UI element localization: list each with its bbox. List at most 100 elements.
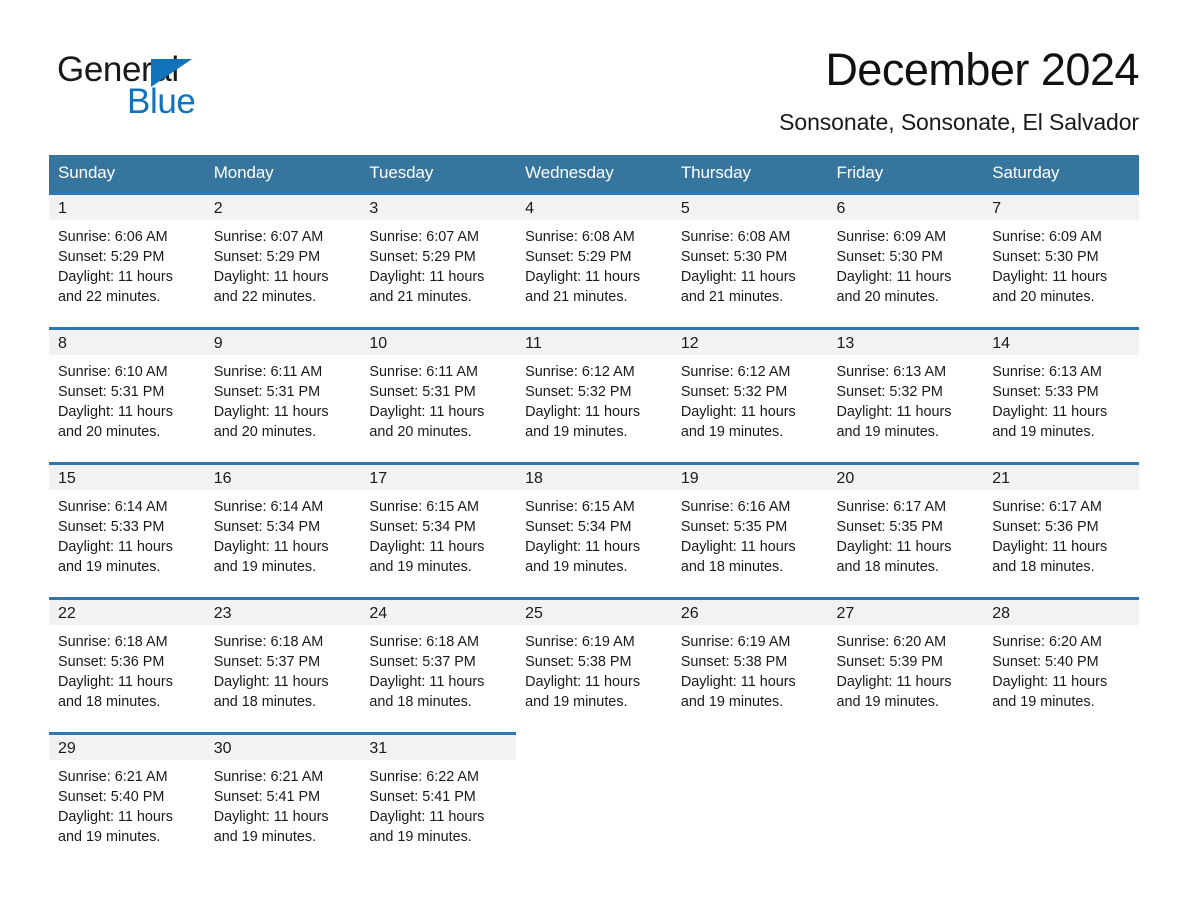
calendar-day-cell[interactable]: 13 Sunrise: 6:13 AM Sunset: 5:32 PM Dayligh…	[827, 326, 984, 464]
daylight-text: Daylight: 11 hours and 18 minutes.	[213, 674, 329, 711]
calendar-day-cell[interactable]: 22 Sunrise: 6:18 AM Sunset: 5:36 PM Dayligh…	[49, 596, 205, 734]
calendar-day-cell[interactable]: 7 Sunrise: 6:09 AM Sunset: 5:30 PM Daylight…	[983, 191, 1139, 329]
calendar-day-cell[interactable]: 2 Sunrise: 6:07 AM Sunset: 5:29 PM Daylight…	[204, 191, 361, 329]
calendar-day-cell[interactable]: 14 Sunrise: 6:13 AM Sunset: 5:33 PM Dayligh…	[983, 326, 1139, 464]
day-details: Sunrise: 6:17 AM Sunset: 5:35 PM Daylight:…	[828, 490, 984, 578]
calendar-day-cell[interactable]: 18 Sunrise: 6:15 AM Sunset: 5:34 PM Dayligh…	[516, 461, 672, 599]
calendar-day-cell[interactable]: 4 Sunrise: 6:08 AM Sunset: 5:29 PM Daylight…	[516, 191, 672, 329]
calendar-day-cell[interactable]: 23 Sunrise: 6:18 AM Sunset: 5:37 PM Dayligh…	[204, 596, 361, 734]
daylight-text: Daylight: 11 hours and 20 minutes.	[836, 269, 952, 306]
daylight-text: Daylight: 11 hours and 19 minutes.	[836, 404, 952, 441]
calendar-day-cell-empty	[671, 731, 828, 867]
calendar-day-cell[interactable]: 11 Sunrise: 6:12 AM Sunset: 5:32 PM Dayligh…	[516, 326, 672, 464]
calendar-day-cell[interactable]: 24 Sunrise: 6:18 AM Sunset: 5:37 PM Dayligh…	[360, 596, 517, 734]
day-number: 12	[671, 329, 828, 355]
day-details: Sunrise: 6:18 AM Sunset: 5:37 PM Daylight:…	[360, 625, 516, 713]
daylight-text: Daylight: 11 hours and 19 minutes.	[992, 674, 1108, 711]
day-cell-inner: 3 Sunrise: 6:07 AM Sunset: 5:29 PM Daylight…	[360, 194, 517, 327]
day-cell-inner: 4 Sunrise: 6:08 AM Sunset: 5:29 PM Daylight…	[516, 194, 672, 327]
sunset-text: Sunset: 5:36 PM	[992, 518, 1099, 535]
day-number: 11	[516, 329, 672, 355]
daylight-text: Daylight: 11 hours and 18 minutes.	[992, 539, 1108, 576]
sunset-text: Sunset: 5:29 PM	[58, 248, 165, 265]
day-details: Sunrise: 6:18 AM Sunset: 5:37 PM Daylight:…	[205, 625, 361, 713]
sunset-text: Sunset: 5:32 PM	[680, 383, 788, 400]
sunrise-text: Sunrise: 6:15 AM	[525, 498, 635, 515]
calendar-day-cell-empty	[516, 731, 672, 867]
sunrise-text: Sunrise: 6:18 AM	[58, 633, 168, 650]
day-number: 16	[204, 464, 361, 490]
sunset-text: Sunset: 5:30 PM	[992, 248, 1099, 265]
calendar-day-cell[interactable]: 29 Sunrise: 6:21 AM Sunset: 5:40 PM Dayligh…	[49, 731, 205, 867]
calendar-day-cell[interactable]: 25 Sunrise: 6:19 AM Sunset: 5:38 PM Dayligh…	[516, 596, 672, 734]
sunrise-text: Sunrise: 6:06 AM	[58, 228, 168, 245]
sunrise-text: Sunrise: 6:20 AM	[992, 633, 1102, 650]
day-number: 14	[983, 329, 1139, 355]
day-cell-inner: 30 Sunrise: 6:21 AM Sunset: 5:41 PM Dayligh…	[204, 734, 361, 867]
calendar-day-cell[interactable]: 9 Sunrise: 6:11 AM Sunset: 5:31 PM Daylight…	[204, 326, 361, 464]
daylight-text: Daylight: 11 hours and 20 minutes.	[213, 404, 329, 441]
day-details: Sunrise: 6:19 AM Sunset: 5:38 PM Daylight:…	[672, 625, 828, 713]
weekday-header-wednesday: Wednesday	[516, 154, 672, 194]
calendar-day-cell[interactable]: 19 Sunrise: 6:16 AM Sunset: 5:35 PM Dayligh…	[671, 461, 828, 599]
day-number: 29	[49, 734, 205, 760]
day-number: 7	[983, 194, 1139, 220]
calendar-day-cell[interactable]: 20 Sunrise: 6:17 AM Sunset: 5:35 PM Dayligh…	[827, 461, 984, 599]
calendar-day-cell-empty	[983, 731, 1139, 867]
calendar-day-cell[interactable]: 30 Sunrise: 6:21 AM Sunset: 5:41 PM Dayligh…	[204, 731, 361, 867]
day-number: 23	[204, 599, 361, 625]
generalblue-logo[interactable]: General Blue	[49, 44, 249, 119]
weekday-header-tuesday: Tuesday	[360, 154, 517, 194]
day-number: 17	[360, 464, 517, 490]
sunset-text: Sunset: 5:34 PM	[213, 518, 321, 535]
calendar-week-row: 22 Sunrise: 6:18 AM Sunset: 5:36 PM Dayligh…	[49, 596, 1139, 734]
sunset-text: Sunset: 5:29 PM	[369, 248, 476, 265]
day-cell-inner: 7 Sunrise: 6:09 AM Sunset: 5:30 PM Daylight…	[983, 194, 1139, 327]
day-number: 25	[516, 599, 672, 625]
calendar-body: 1 Sunrise: 6:06 AM Sunset: 5:29 PM Daylight…	[49, 191, 1139, 867]
calendar-day-cell[interactable]: 12 Sunrise: 6:12 AM Sunset: 5:32 PM Dayligh…	[671, 326, 828, 464]
calendar-day-cell[interactable]: 21 Sunrise: 6:17 AM Sunset: 5:36 PM Dayligh…	[983, 461, 1139, 599]
day-details: Sunrise: 6:06 AM Sunset: 5:29 PM Daylight:…	[49, 220, 205, 308]
calendar-day-cell[interactable]: 3 Sunrise: 6:07 AM Sunset: 5:29 PM Daylight…	[360, 191, 517, 329]
calendar-day-cell[interactable]: 26 Sunrise: 6:19 AM Sunset: 5:38 PM Dayligh…	[671, 596, 828, 734]
calendar-week-row: 15 Sunrise: 6:14 AM Sunset: 5:33 PM Dayligh…	[49, 461, 1139, 599]
sunrise-text: Sunrise: 6:14 AM	[58, 498, 168, 515]
calendar-day-cell[interactable]: 31 Sunrise: 6:22 AM Sunset: 5:41 PM Dayligh…	[360, 731, 517, 867]
day-cell-inner: 17 Sunrise: 6:15 AM Sunset: 5:34 PM Dayligh…	[360, 464, 517, 597]
calendar-day-cell[interactable]: 15 Sunrise: 6:14 AM Sunset: 5:33 PM Dayligh…	[49, 461, 205, 599]
sunrise-text: Sunrise: 6:08 AM	[525, 228, 635, 245]
sunrise-text: Sunrise: 6:22 AM	[369, 768, 479, 785]
calendar-day-cell[interactable]: 16 Sunrise: 6:14 AM Sunset: 5:34 PM Dayligh…	[204, 461, 361, 599]
daylight-text: Daylight: 11 hours and 20 minutes.	[369, 404, 485, 441]
sunrise-text: Sunrise: 6:07 AM	[369, 228, 479, 245]
daylight-text: Daylight: 11 hours and 19 minutes.	[836, 674, 952, 711]
day-number: 26	[671, 599, 828, 625]
calendar-day-cell[interactable]: 28 Sunrise: 6:20 AM Sunset: 5:40 PM Dayligh…	[983, 596, 1139, 734]
calendar-day-cell[interactable]: 8 Sunrise: 6:10 AM Sunset: 5:31 PM Daylight…	[49, 326, 205, 464]
calendar-day-cell[interactable]: 6 Sunrise: 6:09 AM Sunset: 5:30 PM Daylight…	[827, 191, 984, 329]
sunrise-text: Sunrise: 6:13 AM	[836, 363, 947, 380]
daylight-text: Daylight: 11 hours and 19 minutes.	[369, 809, 485, 846]
calendar-day-cell[interactable]: 5 Sunrise: 6:08 AM Sunset: 5:30 PM Daylight…	[671, 191, 828, 329]
sunrise-text: Sunrise: 6:16 AM	[680, 498, 791, 515]
sunrise-text: Sunrise: 6:21 AM	[213, 768, 324, 785]
day-details: Sunrise: 6:20 AM Sunset: 5:39 PM Daylight:…	[828, 625, 984, 713]
calendar-day-cell[interactable]: 17 Sunrise: 6:15 AM Sunset: 5:34 PM Dayligh…	[360, 461, 517, 599]
day-cell-inner: 24 Sunrise: 6:18 AM Sunset: 5:37 PM Dayligh…	[360, 599, 517, 732]
sunset-text: Sunset: 5:37 PM	[213, 653, 321, 670]
daylight-text: Daylight: 11 hours and 18 minutes.	[680, 539, 796, 576]
calendar-day-cell[interactable]: 1 Sunrise: 6:06 AM Sunset: 5:29 PM Daylight…	[49, 191, 205, 329]
day-details: Sunrise: 6:07 AM Sunset: 5:29 PM Daylight:…	[360, 220, 516, 308]
calendar-day-cell[interactable]: 27 Sunrise: 6:20 AM Sunset: 5:39 PM Dayligh…	[827, 596, 984, 734]
sunset-text: Sunset: 5:37 PM	[369, 653, 476, 670]
day-details: Sunrise: 6:22 AM Sunset: 5:41 PM Daylight:…	[360, 760, 516, 848]
day-details: Sunrise: 6:11 AM Sunset: 5:31 PM Daylight:…	[360, 355, 516, 443]
sunset-text: Sunset: 5:40 PM	[992, 653, 1099, 670]
sunrise-text: Sunrise: 6:19 AM	[525, 633, 635, 650]
daylight-text: Daylight: 11 hours and 22 minutes.	[58, 269, 173, 306]
calendar-day-cell[interactable]: 10 Sunrise: 6:11 AM Sunset: 5:31 PM Dayligh…	[360, 326, 517, 464]
day-details	[516, 760, 672, 767]
day-details: Sunrise: 6:13 AM Sunset: 5:32 PM Daylight:…	[828, 355, 984, 443]
weekday-header-friday: Friday	[827, 154, 984, 194]
